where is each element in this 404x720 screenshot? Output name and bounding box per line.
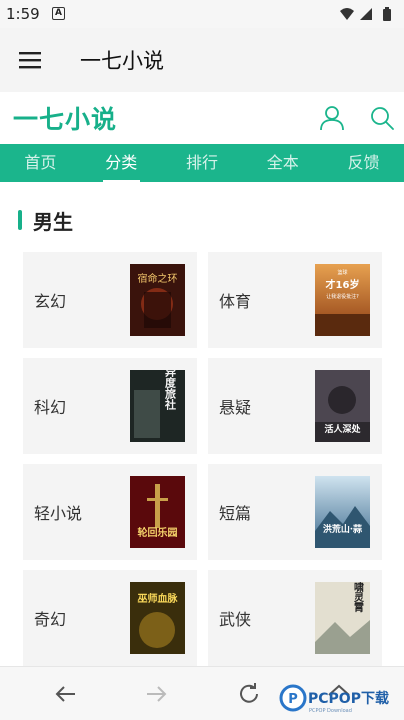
tab-feedback[interactable]: 反馈 (323, 144, 404, 182)
section-accent-bar (18, 210, 22, 230)
refresh-icon[interactable] (236, 681, 262, 707)
cover-title-text: 才16岁 (326, 278, 360, 291)
category-card-fantasy[interactable]: 奇幻 巫师血脉 (23, 570, 197, 666)
svg-text:P: P (288, 692, 298, 707)
tab-category[interactable]: 分类 (81, 144, 162, 182)
watermark: P PCPOP下载 PCPOP Download (278, 682, 400, 714)
category-label: 奇幻 (34, 610, 67, 629)
status-time: 1:59 (6, 5, 40, 23)
cover-title-text: 轮回乐园 (138, 526, 178, 539)
wifi-icon (340, 8, 354, 20)
tab-complete[interactable]: 全本 (242, 144, 323, 182)
watermark-brand: PCPOP下载 (308, 690, 389, 707)
category-card-scifi[interactable]: 科幻 异度旅社 (23, 358, 197, 454)
book-cover: 异度旅社 (130, 370, 185, 442)
search-icon[interactable] (368, 104, 396, 132)
category-card-suspense[interactable]: 悬疑 活人深处 (208, 358, 382, 454)
tab-ranking[interactable]: 排行 (162, 144, 243, 182)
category-label: 体育 (219, 292, 252, 311)
category-card-xuanhuan[interactable]: 玄幻 宿命之环 (23, 252, 197, 348)
category-card-sports[interactable]: 体育 篮球 才16岁 让我退役批注? (208, 252, 382, 348)
watermark-sub: PCPOP Download (309, 708, 352, 714)
book-cover: 洪荒山·蒜 (315, 476, 370, 548)
category-label: 短篇 (219, 504, 252, 523)
category-card-light-novel[interactable]: 轻小说 轮回乐园 (23, 464, 197, 560)
cover-title-text: 宿命之环 (138, 272, 178, 285)
book-cover: 活人深处 (315, 370, 370, 442)
battery-icon (383, 7, 391, 21)
cover-title-text: 巫师血脉 (138, 592, 179, 605)
category-label: 轻小说 (34, 504, 83, 523)
site-logo[interactable]: 一七小说 (13, 100, 117, 136)
category-card-wuxia[interactable]: 武侠 剑啸灵霄 (208, 570, 382, 666)
book-cover: 巫师血脉 (130, 582, 185, 654)
status-bar: 1:59 A (0, 0, 404, 28)
site-header: 一七小说 (0, 92, 404, 144)
user-icon[interactable] (318, 104, 346, 132)
tab-home[interactable]: 首页 (0, 144, 81, 182)
book-cover: 宿命之环 (130, 264, 185, 336)
cover-subtitle-text: 让我退役批注? (326, 293, 359, 300)
cover-title-text: 异度旅社 (164, 370, 178, 411)
app-bar: 一七小说 (0, 28, 404, 92)
status-icons (340, 7, 391, 21)
cover-title-text: 活人深处 (324, 423, 361, 435)
notification-a-icon: A (52, 7, 65, 20)
category-card-short[interactable]: 短篇 洪荒山·蒜 (208, 464, 382, 560)
menu-icon[interactable] (18, 48, 42, 72)
signal-icon (360, 8, 372, 20)
cover-tag-text: 篮球 (337, 269, 347, 276)
book-cover: 轮回乐园 (130, 476, 185, 548)
cover-title-text: 洪荒山·蒜 (323, 523, 362, 535)
book-cover: 剑啸灵霄 (315, 582, 370, 654)
book-cover: 篮球 才16岁 让我退役批注? (315, 264, 370, 336)
category-label: 科幻 (34, 398, 67, 417)
category-label: 武侠 (219, 610, 252, 629)
nav-bar: 首页 分类 排行 全本 反馈 (0, 144, 404, 182)
app-title: 一七小说 (80, 49, 164, 73)
category-label: 玄幻 (34, 292, 67, 311)
back-arrow-icon[interactable] (53, 681, 79, 707)
section-title-text: 男生 (33, 210, 73, 234)
forward-arrow-icon[interactable] (143, 681, 169, 707)
category-label: 悬疑 (219, 398, 252, 417)
